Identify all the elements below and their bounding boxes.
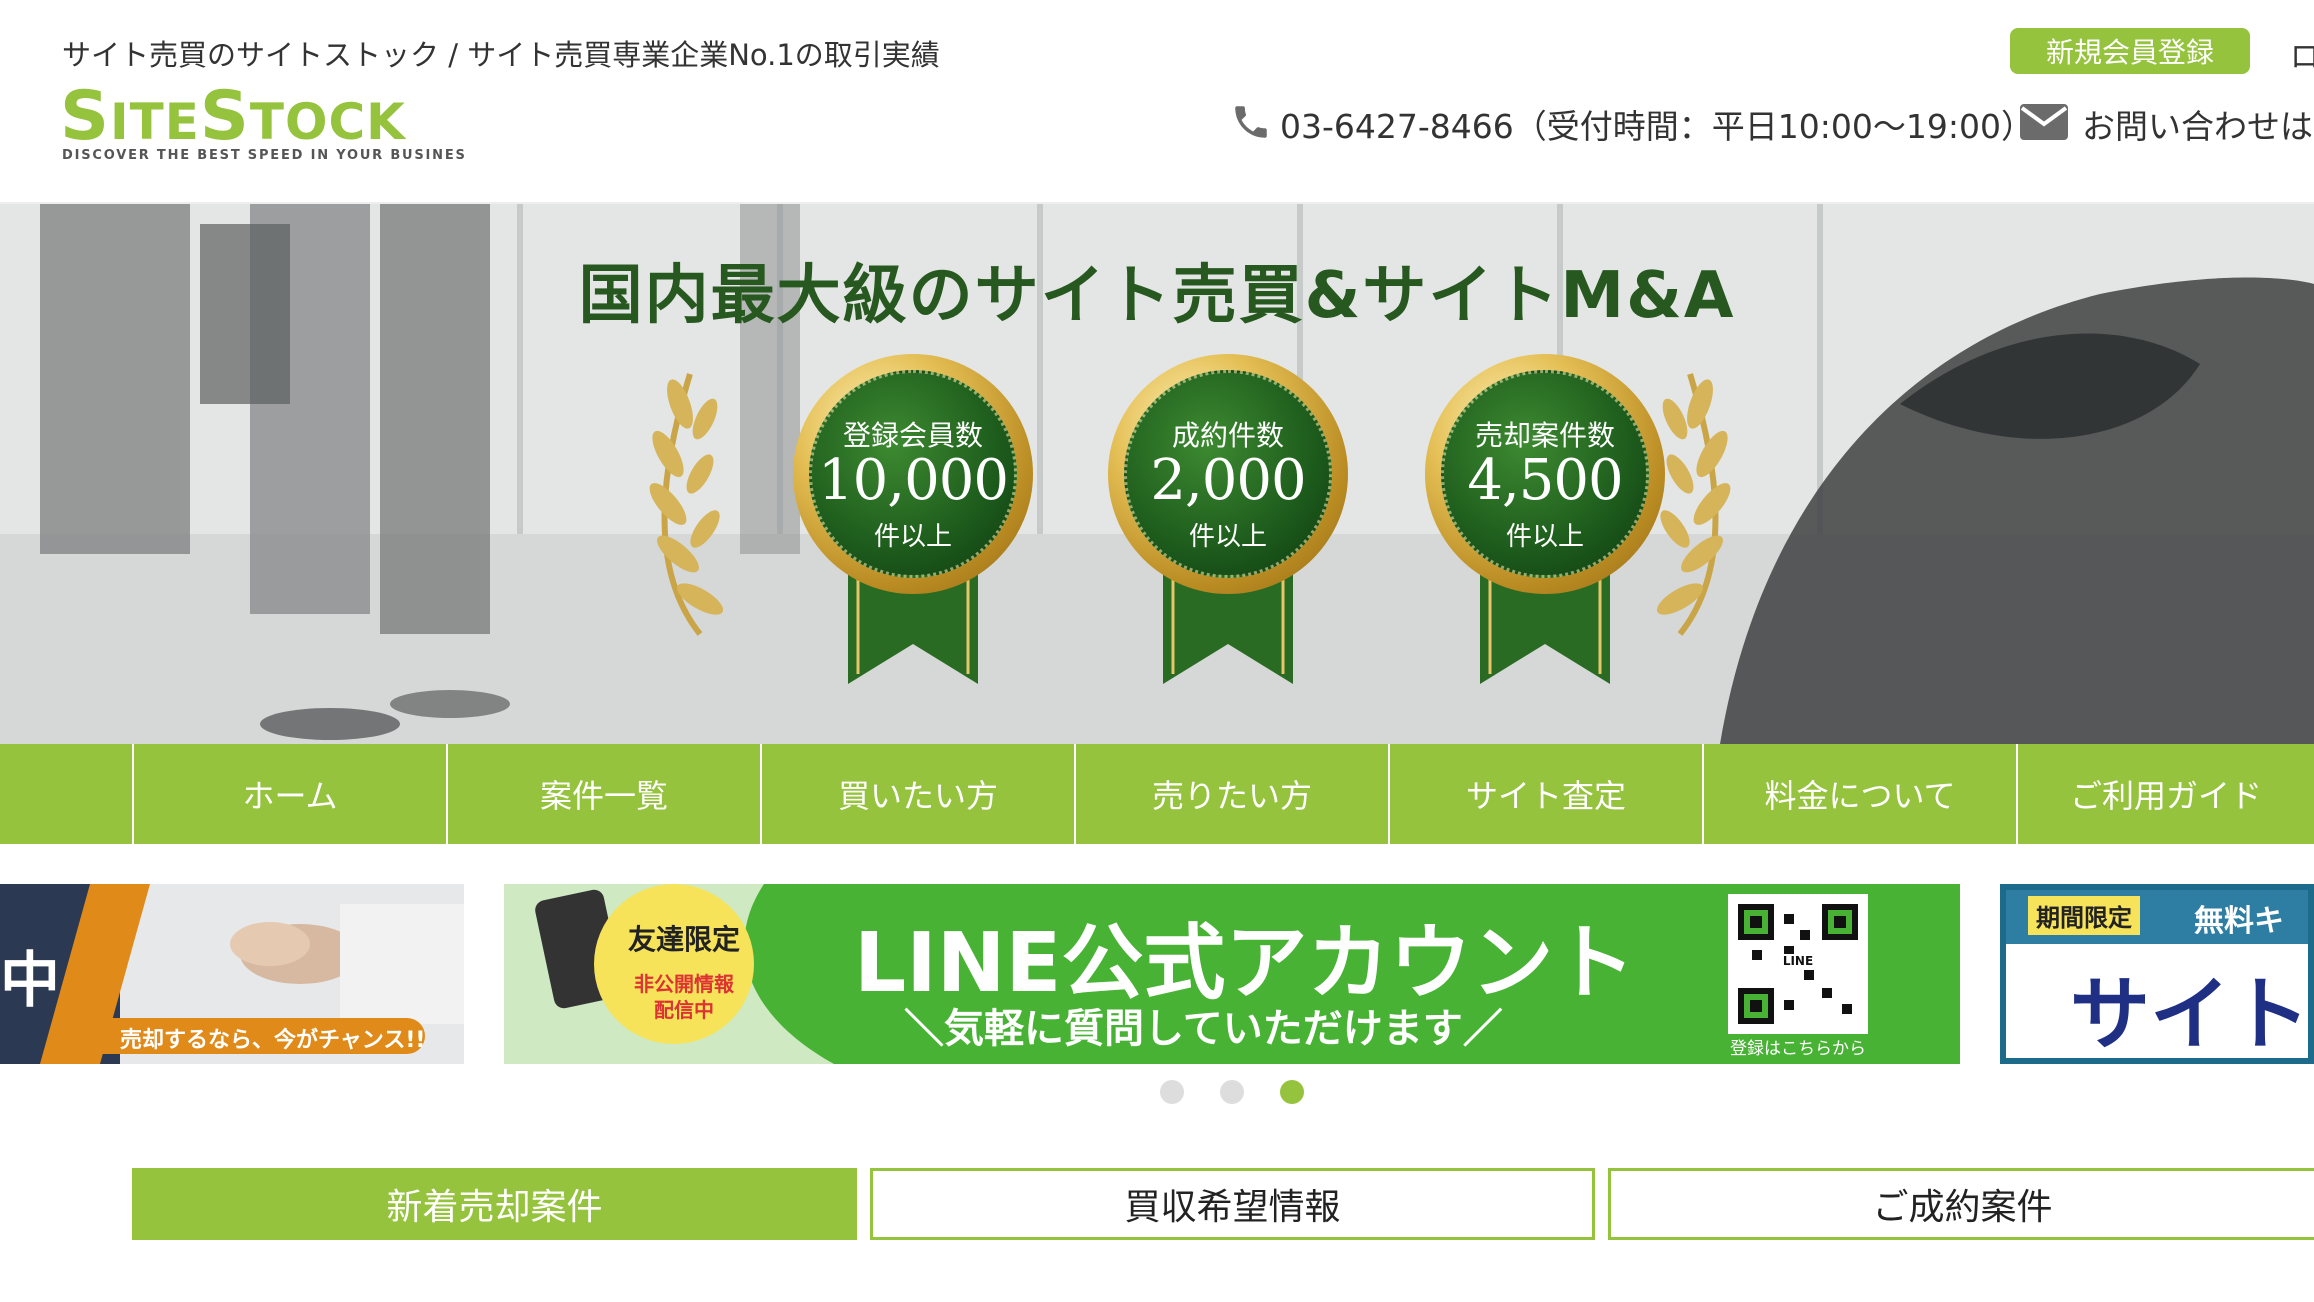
nav-item-buyers[interactable]: 買いたい方 <box>760 744 1074 844</box>
mail-icon <box>2020 104 2068 140</box>
logo-subtitle: DISCOVER THE BEST SPEED IN YOUR BUSINES <box>62 148 467 163</box>
nav-item-pricing[interactable]: 料金について <box>1702 744 2016 844</box>
slide-next-title: サイト <box>2070 968 2310 1061</box>
login-button[interactable]: ロ <box>2290 32 2314 76</box>
medal-listings: 売却案件数 4,500 件以上 <box>1425 354 1665 684</box>
phone-number[interactable]: 03-6427-8466（受付時間：平日10:00〜19:00） <box>1280 100 2034 148</box>
carousel-dot-2[interactable] <box>1220 1080 1244 1104</box>
nav-item-sellers[interactable]: 売りたい方 <box>1074 744 1388 844</box>
slide-next-badge2: 無料キ <box>2194 904 2284 939</box>
tab-closed-deals[interactable]: ご成約案件 <box>1608 1168 2314 1240</box>
qr-code-icon: LINE <box>1776 954 1820 968</box>
slide-prev-label: 中 <box>0 946 60 1016</box>
hero-banner: 国内最大級のサイト売買&サイトM&A 登録会員数 10,000 件以上 成約件数… <box>0 204 2314 744</box>
nav-item-guide[interactable]: ご利用ガイド <box>2016 744 2314 844</box>
tab-new-listings[interactable]: 新着売却案件 <box>132 1168 857 1240</box>
slide-next-badge: 期間限定 <box>2028 896 2140 935</box>
hero-title: 国内最大級のサイト売買&サイトM&A <box>578 259 1736 333</box>
register-button[interactable]: 新規会員登録 <box>2010 28 2250 74</box>
carousel-slide-line[interactable]: 友達限定 非公開情報 配信中 LINE公式アカウント ＼気軽に質問していただけま… <box>504 884 1960 1064</box>
phone-icon <box>1235 106 1267 138</box>
medal-members: 登録会員数 10,000 件以上 <box>793 354 1033 684</box>
medal-unit: 件以上 <box>1505 522 1584 552</box>
carousel-slide-prev[interactable]: 中 売却するなら、今がチャンス!! <box>0 884 464 1064</box>
qr-caption: 登録はこちらから <box>1730 1039 1866 1059</box>
site-logo[interactable]: SITESTOCK DISCOVER THE BEST SPEED IN YOU… <box>60 77 465 172</box>
global-nav: ホーム 案件一覧 買いたい方 売りたい方 サイト査定 料金について ご利用ガイド <box>0 744 2314 844</box>
medal-value: 10,000 <box>818 448 1009 513</box>
nav-item-appraisal[interactable]: サイト査定 <box>1388 744 1702 844</box>
logo-wordmark: SITESTOCK <box>60 77 406 156</box>
medal-contracts: 成約件数 2,000 件以上 <box>1108 354 1348 684</box>
site-tagline: サイト売買のサイトストック / サイト売買専業企業No.1の取引実績 <box>62 38 940 72</box>
medal-value: 2,000 <box>1150 448 1306 513</box>
line-badge-sub2: 配信中 <box>654 998 714 1022</box>
slide-prev-caption: 売却するなら、今がチャンス!! <box>120 1028 426 1053</box>
medal-value: 4,500 <box>1467 448 1623 513</box>
carousel-dot-1[interactable] <box>1160 1080 1184 1104</box>
line-banner-subtitle: ＼気軽に質問していただけます／ <box>904 1006 1503 1052</box>
carousel-dot-3[interactable] <box>1280 1080 1304 1104</box>
contact-link[interactable]: お問い合わせは <box>2082 100 2313 148</box>
carousel-slide-next[interactable]: 期間限定 無料キ サイト <box>2000 884 2314 1064</box>
nav-item-home[interactable]: ホーム <box>132 744 446 844</box>
medal-unit: 件以上 <box>1188 522 1267 552</box>
line-badge-title: 友達限定 <box>627 923 740 956</box>
nav-item-listings[interactable]: 案件一覧 <box>446 744 760 844</box>
site-header: サイト売買のサイトストック / サイト売買専業企業No.1の取引実績 SITES… <box>0 0 2314 204</box>
medal-unit: 件以上 <box>873 522 952 552</box>
tab-buy-requests[interactable]: 買収希望情報 <box>870 1168 1595 1240</box>
line-badge-sub1: 非公開情報 <box>634 972 734 996</box>
